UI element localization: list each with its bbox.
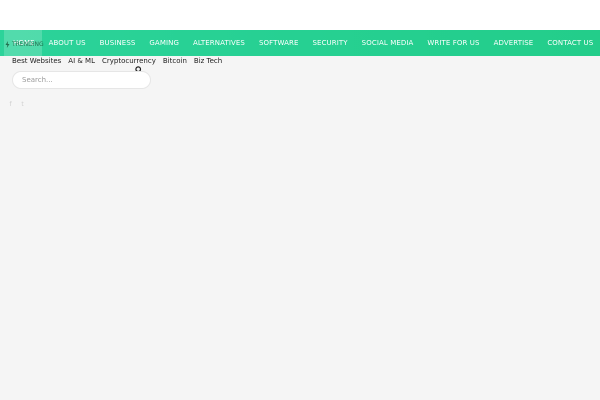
nav-advertise[interactable]: ADVERTISE: [487, 30, 541, 56]
nav-software[interactable]: SOFTWARE: [252, 30, 306, 56]
category-best-websites[interactable]: Best Websites: [12, 57, 61, 65]
main-nav: HOME ABOUT US BUSINESS GAMING ALTERNATIV…: [0, 30, 600, 56]
nav-business[interactable]: BUSINESS: [93, 30, 143, 56]
social-links: f t: [8, 101, 25, 108]
nav-gaming[interactable]: GAMING: [142, 30, 186, 56]
nav-alternatives[interactable]: ALTERNATIVES: [186, 30, 252, 56]
trending-label: TRENDING: [5, 41, 44, 48]
top-bar: [0, 0, 600, 30]
nav-social-media[interactable]: SOCIAL MEDIA: [355, 30, 421, 56]
nav-about-us[interactable]: ABOUT US: [42, 30, 93, 56]
category-biz-tech[interactable]: Biz Tech: [194, 57, 222, 65]
bolt-icon: [5, 41, 10, 48]
category-ai-ml[interactable]: AI & ML: [68, 57, 95, 65]
category-bitcoin[interactable]: Bitcoin: [163, 57, 187, 65]
nav-contact-us[interactable]: CONTACT US: [540, 30, 600, 56]
search-input[interactable]: [12, 71, 151, 89]
trending-text: TRENDING: [12, 41, 44, 48]
nav-security[interactable]: SECURITY: [306, 30, 355, 56]
category-bar: Best Websites AI & ML Cryptocurrency Bit…: [12, 56, 229, 66]
facebook-icon[interactable]: f: [8, 101, 13, 108]
twitter-icon[interactable]: t: [20, 101, 25, 108]
category-cryptocurrency[interactable]: Cryptocurrency: [102, 57, 156, 65]
nav-write-for-us[interactable]: WRITE FOR US: [420, 30, 486, 56]
